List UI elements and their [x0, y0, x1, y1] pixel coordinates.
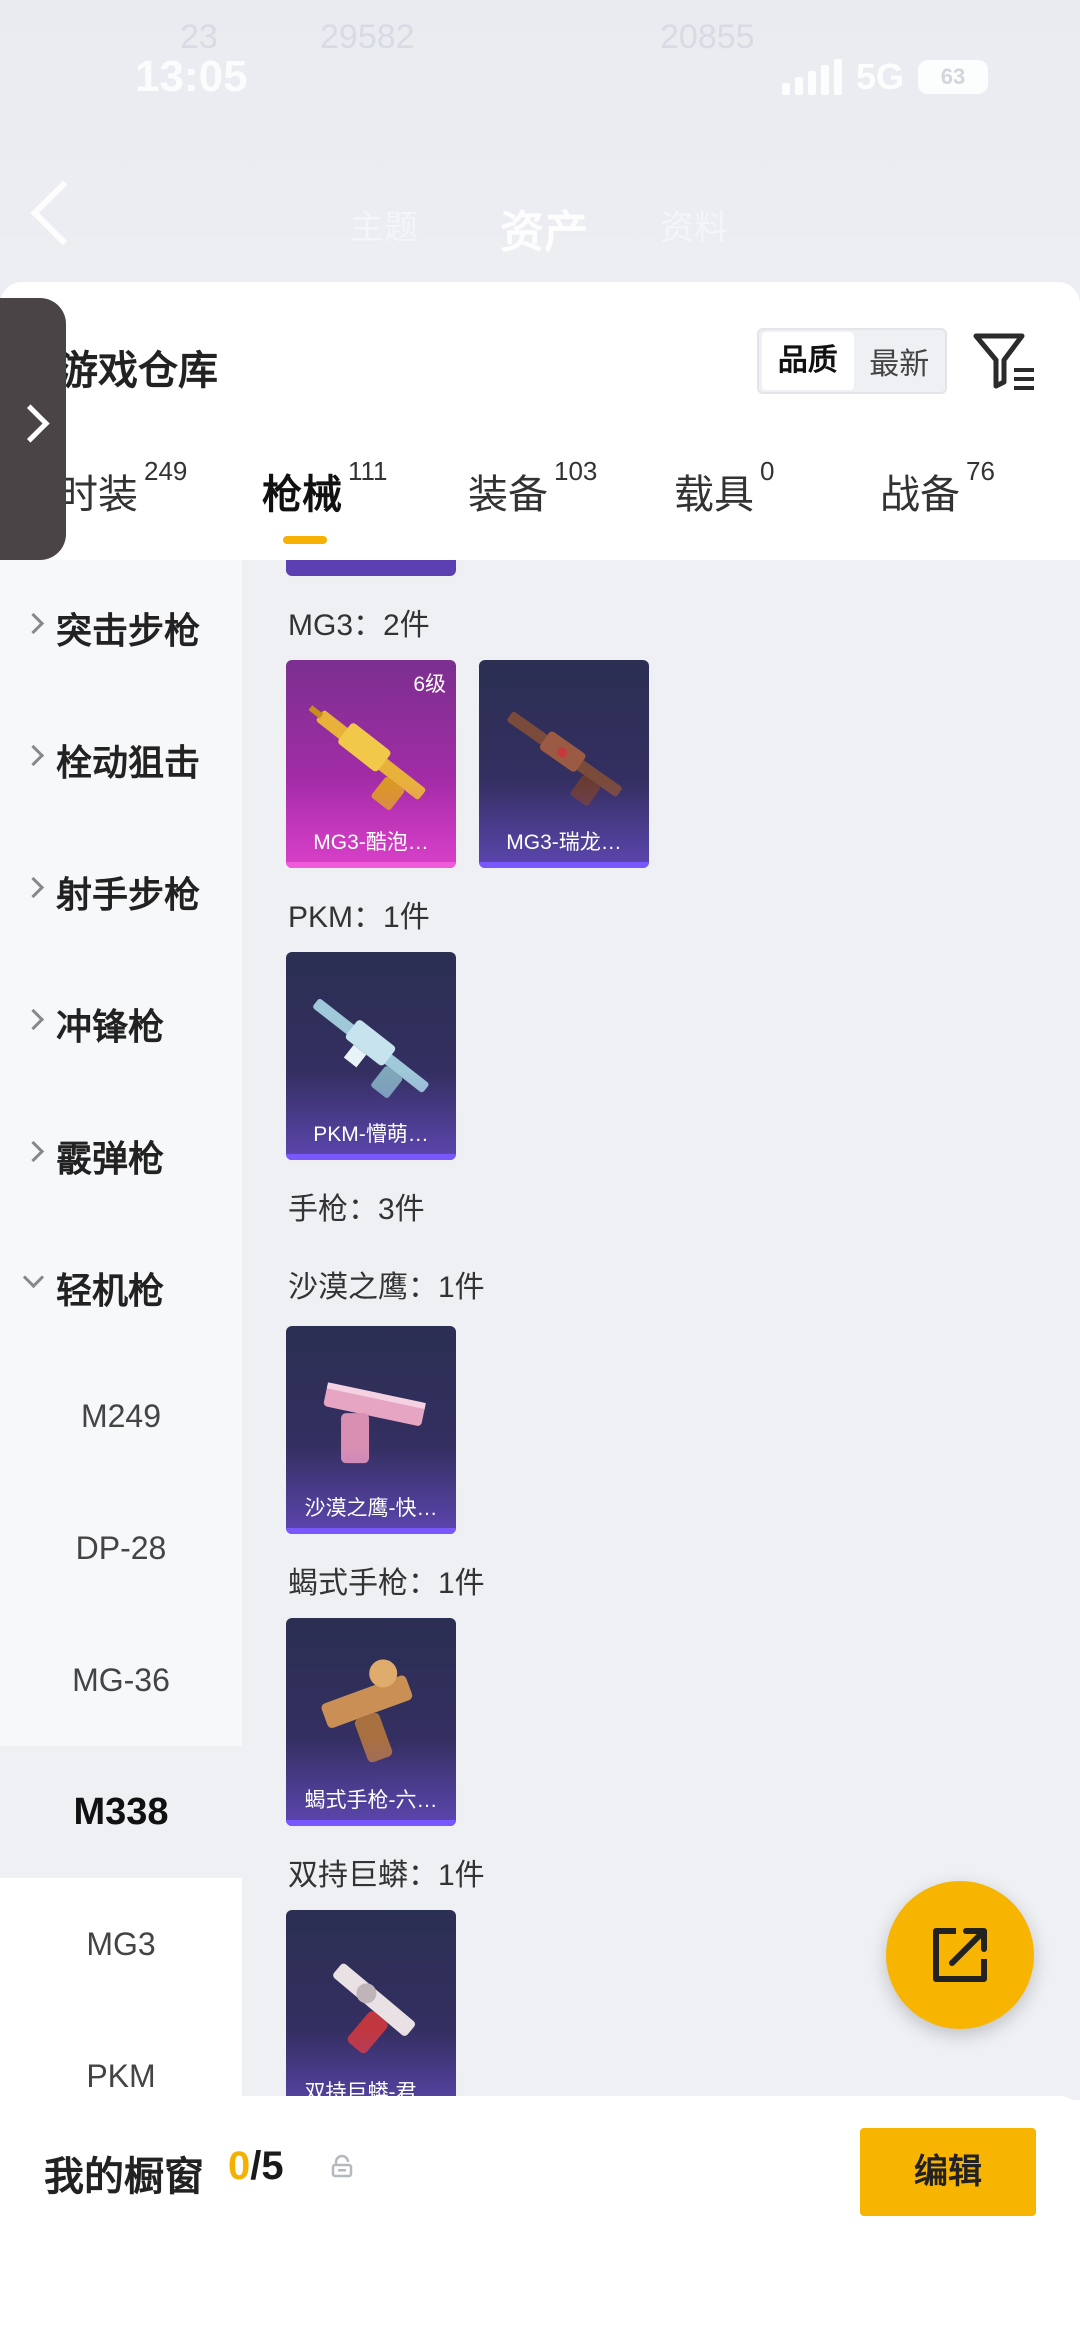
sidebar-item-marksman-rifle[interactable]: 射手步枪	[0, 844, 242, 934]
sort-toggle: 品质 最新	[757, 328, 947, 394]
item-name: 沙漠之鹰-快…	[304, 1497, 438, 1520]
item-name: MG3-酷泡…	[313, 831, 429, 854]
side-drawer-toggle[interactable]	[0, 298, 66, 560]
showcase-count: 0/5	[228, 2144, 284, 2188]
item-grid: MG3：2件 6级 MG3-酷泡… MG3-瑞龙… PKM：1件 PKM-懵萌……	[242, 560, 1080, 2100]
chevron-right-icon	[22, 1140, 45, 1163]
item-card-r45-1[interactable]: 双持巨蟒-君…	[286, 1910, 456, 2100]
signal-icon	[781, 59, 842, 95]
sidebar-subitem-mg3[interactable]: MG3	[0, 1878, 242, 2010]
filter-icon[interactable]	[970, 326, 1040, 396]
external-link-icon	[933, 1928, 987, 1982]
status-faint-text: 29582	[320, 18, 415, 56]
tab-guns[interactable]: 枪械111	[262, 456, 388, 520]
tab-equipment[interactable]: 装备103	[468, 456, 597, 520]
nav-title: 资产	[500, 208, 588, 257]
item-name: PKM-懵萌…	[313, 1123, 429, 1146]
item-level-badge: 6级	[413, 673, 446, 696]
item-card-pkm-1[interactable]: PKM-懵萌…	[286, 952, 456, 1160]
category-tabs: 时装249 枪械111 装备103 载具0 战备76	[0, 456, 1080, 564]
category-sidebar: 突击步枪 栓动狙击 射手步枪 冲锋枪 霰弹枪 轻机枪 M249 DP-28 MG…	[0, 560, 242, 2142]
battery-icon: 63	[918, 60, 988, 94]
tab-supplies[interactable]: 战备76	[880, 456, 995, 520]
status-faint-text: 20855	[660, 18, 755, 56]
sidebar-subitem-dp28[interactable]: DP-28	[0, 1482, 242, 1614]
lock-icon	[331, 2154, 353, 2178]
chevron-right-icon	[11, 404, 50, 443]
item-card-deagle-1[interactable]: 沙漠之鹰-快…	[286, 1326, 456, 1534]
group-label-mg3: MG3：2件	[288, 609, 430, 642]
sort-quality-button[interactable]: 品质	[762, 332, 854, 390]
sidebar-item-lmg[interactable]: 轻机枪	[0, 1240, 242, 1330]
background-header: 13:05 23 29582 20855 5G 63 主题 资产 资料	[0, 0, 1080, 300]
item-name: MG3-瑞龙…	[506, 831, 622, 854]
chevron-right-icon	[22, 1008, 45, 1031]
sidebar-subitem-mg36[interactable]: MG-36	[0, 1614, 242, 1746]
status-time: 13:05	[135, 52, 248, 101]
sort-newest-button[interactable]: 最新	[854, 339, 946, 383]
back-icon[interactable]	[30, 180, 96, 246]
item-name: 蝎式手枪-六…	[304, 1789, 438, 1812]
status-faint-text: 23	[180, 18, 218, 56]
sidebar-subitem-m249[interactable]: M249	[0, 1350, 242, 1482]
showcase-title: 我的橱窗	[44, 2155, 204, 2199]
tab-fashion[interactable]: 时装249	[58, 456, 187, 520]
item-card-mg3-1[interactable]: 6级 MG3-酷泡…	[286, 660, 456, 868]
sidebar-item-bolt-sniper[interactable]: 栓动狙击	[0, 712, 242, 802]
status-indicators: 5G 63	[781, 56, 988, 98]
item-card-scorpion-1[interactable]: 蝎式手枪-六…	[286, 1618, 456, 1826]
nav-faint-tab: 主题	[350, 209, 418, 247]
group-label-scorpion: 蝎式手枪：1件	[288, 1567, 485, 1600]
chevron-right-icon	[22, 744, 45, 767]
sidebar-item-shotgun[interactable]: 霰弹枪	[0, 1108, 242, 1198]
edit-button[interactable]: 编辑	[860, 2128, 1036, 2216]
chevron-down-icon	[22, 1266, 45, 1289]
item-card-partial[interactable]	[286, 560, 456, 576]
active-tab-indicator	[283, 536, 327, 544]
tab-vehicles[interactable]: 载具0	[674, 456, 774, 520]
sidebar-item-assault-rifle[interactable]: 突击步枪	[0, 580, 242, 670]
item-card-mg3-2[interactable]: MG3-瑞龙…	[479, 660, 649, 868]
group-label-r45: 双持巨蟒：1件	[288, 1859, 485, 1892]
group-label-pistol: 手枪：3件	[288, 1193, 425, 1226]
network-type: 5G	[855, 56, 904, 97]
warehouse-title: 游戏仓库	[58, 349, 218, 393]
share-button[interactable]	[886, 1881, 1034, 2029]
group-label-deagle: 沙漠之鹰：1件	[288, 1271, 485, 1304]
showcase-bar: 我的橱窗 0/5 编辑	[0, 2096, 1080, 2341]
chevron-right-icon	[22, 876, 45, 899]
sidebar-subitem-m338[interactable]: M338	[0, 1746, 242, 1878]
sidebar-item-smg[interactable]: 冲锋枪	[0, 976, 242, 1066]
chevron-right-icon	[22, 612, 45, 635]
nav-faint-tab: 资料	[660, 209, 728, 247]
group-label-pkm: PKM：1件	[288, 901, 430, 934]
